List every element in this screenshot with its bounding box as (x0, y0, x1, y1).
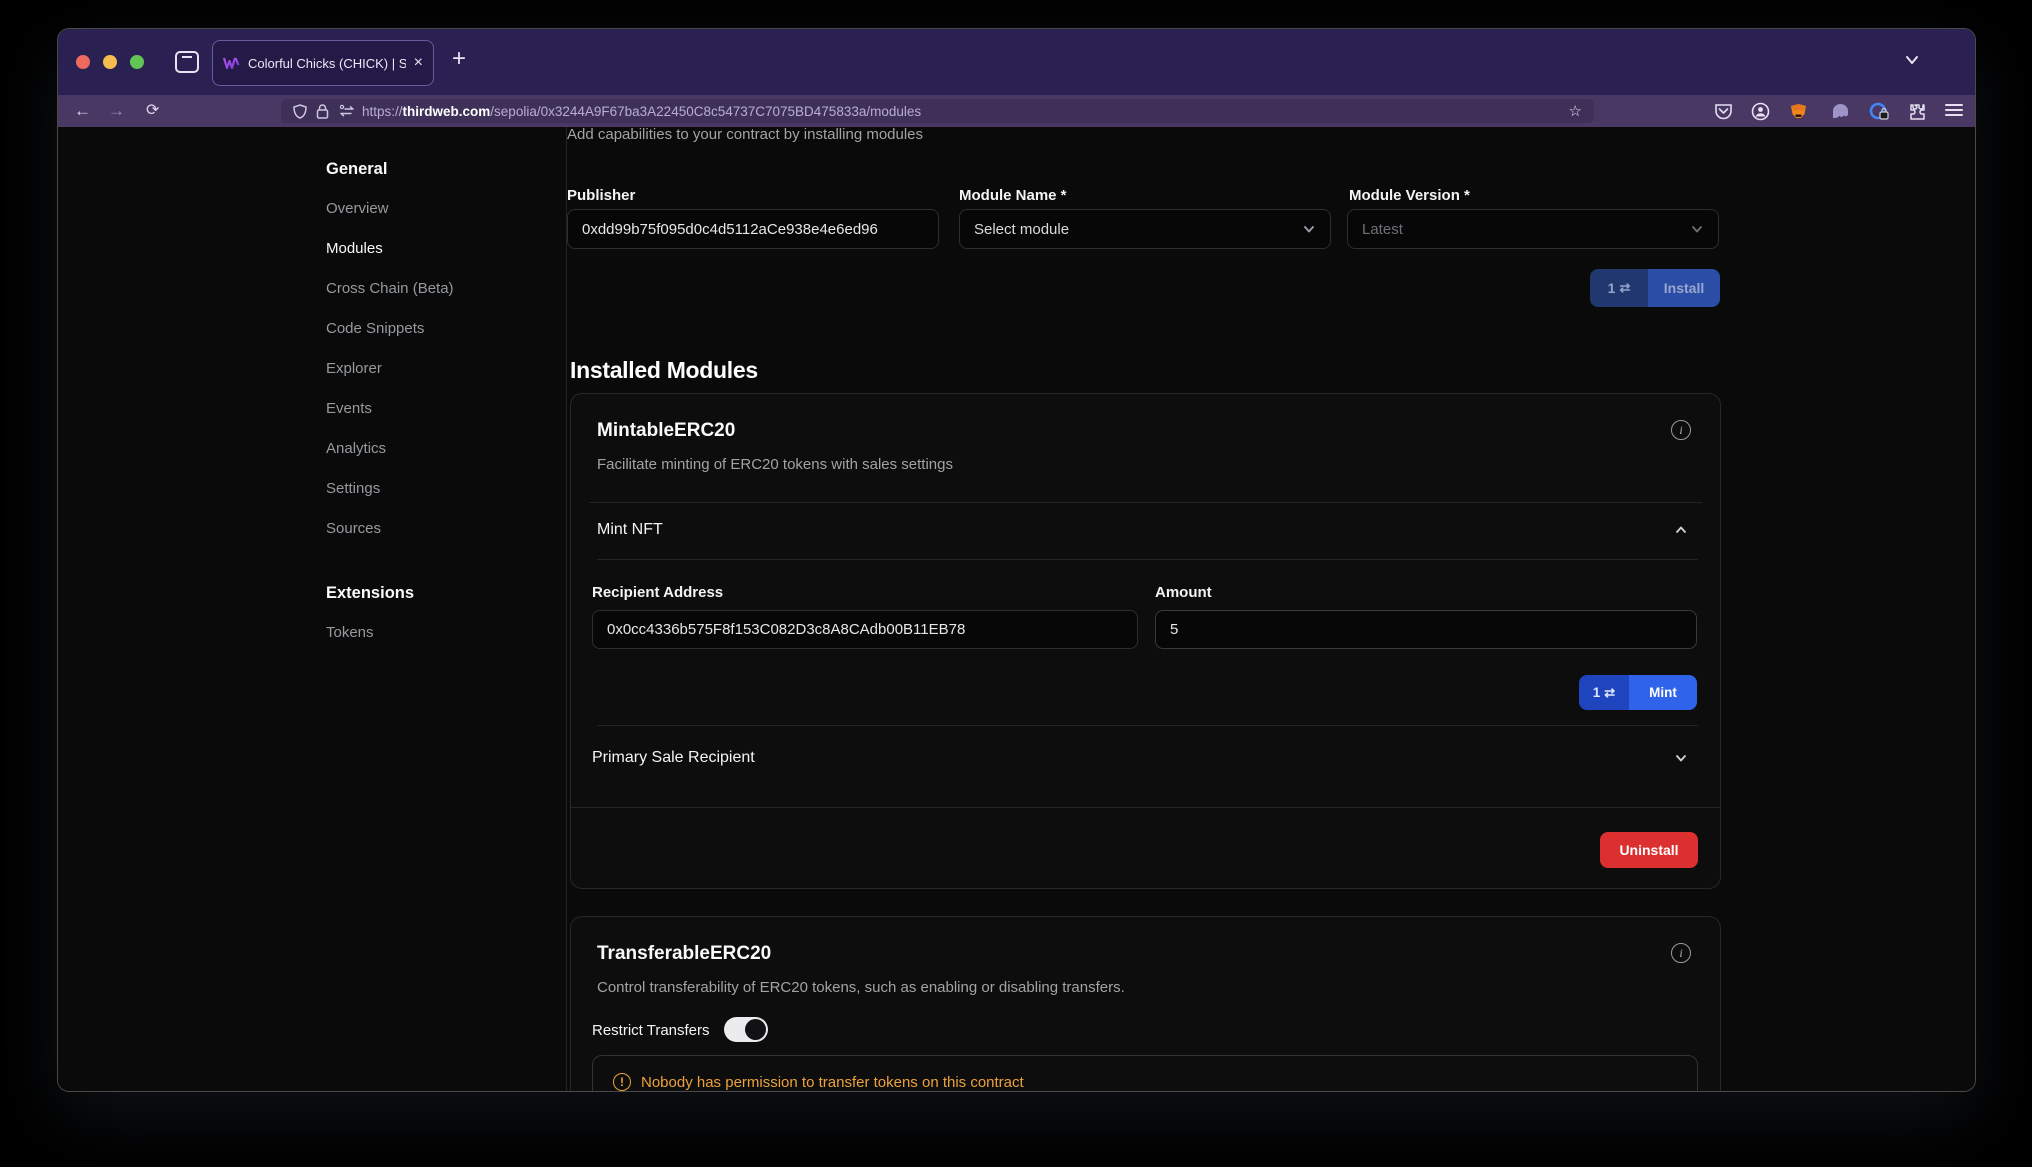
info-icon[interactable]: i (1671, 943, 1691, 963)
minimize-window-button[interactable] (103, 55, 117, 69)
swap-arrows-icon: ⇄ (1604, 685, 1615, 701)
sidebar-item-overview[interactable]: Overview (326, 200, 389, 217)
browser-toolbar: ← → ⟳ https://thirdweb.com/sepolia/0x324… (58, 95, 1975, 127)
sidebar-item-code-snippets[interactable]: Code Snippets (326, 320, 424, 337)
tab-title: Colorful Chicks (CHICK) | Sepoli (248, 56, 406, 71)
url-bar[interactable]: https://thirdweb.com/sepolia/0x3244A9F67… (281, 99, 1594, 123)
restrict-transfers-toggle[interactable] (724, 1017, 768, 1042)
lock-icon[interactable] (316, 104, 330, 118)
mint-nft-section-header[interactable]: Mint NFT (597, 521, 663, 539)
firefox-view-icon[interactable] (174, 50, 200, 74)
warning-icon: ! (613, 1073, 631, 1091)
install-button[interactable]: Install (1648, 269, 1720, 307)
recipient-address-input[interactable] (592, 610, 1138, 649)
sidebar-item-settings[interactable]: Settings (326, 480, 380, 497)
zoom-window-button[interactable] (130, 55, 144, 69)
amount-input[interactable] (1155, 610, 1697, 649)
sidebar-heading-general: General (326, 160, 387, 179)
phantom-ghost-icon[interactable] (1831, 102, 1850, 121)
install-split-button[interactable]: 1⇄ Install (1590, 269, 1720, 307)
modules-subtitle: Add capabilities to your contract by ins… (567, 126, 923, 143)
sidebar-item-explorer[interactable]: Explorer (326, 360, 382, 377)
recipient-address-label: Recipient Address (592, 584, 723, 601)
restrict-transfers-label: Restrict Transfers (592, 1022, 710, 1039)
module-title: MintableERC20 (597, 420, 735, 442)
account-icon[interactable] (1751, 102, 1770, 121)
new-tab-button[interactable]: + (452, 45, 466, 73)
url-text: https://thirdweb.com/sepolia/0x3244A9F67… (362, 104, 921, 119)
card-footer-divider (571, 807, 1720, 808)
sidebar-heading-extensions: Extensions (326, 584, 414, 603)
sidebar-item-modules[interactable]: Modules (326, 240, 383, 257)
swap-arrows-icon: ⇄ (1619, 280, 1630, 296)
sidebar-item-sources[interactable]: Sources (326, 520, 381, 537)
mint-button[interactable]: Mint (1629, 675, 1697, 710)
warning-text: Nobody has permission to transfer tokens… (641, 1074, 1024, 1091)
module-description: Control transferability of ERC20 tokens,… (597, 979, 1125, 996)
pocket-icon[interactable] (1714, 102, 1733, 121)
install-tx-count: 1⇄ (1590, 269, 1648, 307)
module-description: Facilitate minting of ERC20 tokens with … (597, 456, 953, 473)
close-window-button[interactable] (76, 55, 90, 69)
module-version-select[interactable]: Latest (1347, 209, 1719, 249)
screenshot-stage: Colorful Chicks (CHICK) | Sepoli × + ← →… (0, 0, 2032, 1167)
sidebar-divider (566, 127, 567, 1091)
sidebar-item-analytics[interactable]: Analytics (326, 440, 386, 457)
permission-warning-box: ! Nobody has permission to transfer toke… (592, 1055, 1698, 1092)
amount-label: Amount (1155, 584, 1212, 601)
permissions-icon[interactable] (339, 104, 353, 118)
url-domain: thirdweb.com (403, 104, 491, 119)
thirdweb-favicon-icon (223, 57, 240, 70)
sidebar-item-events[interactable]: Events (326, 400, 372, 417)
divider (589, 502, 1702, 503)
window-controls (76, 29, 144, 95)
module-name-select[interactable]: Select module (959, 209, 1331, 249)
module-title: TransferableERC20 (597, 943, 771, 965)
toggle-knob (745, 1019, 766, 1040)
module-card-transferable-erc20: TransferableERC20 i Control transferabil… (570, 916, 1721, 1092)
info-icon[interactable]: i (1671, 420, 1691, 440)
browser-window: Colorful Chicks (CHICK) | Sepoli × + ← →… (57, 28, 1976, 1092)
publisher-input[interactable] (567, 209, 939, 249)
chevron-down-icon (1690, 222, 1704, 236)
divider (597, 559, 1698, 560)
module-name-label: Module Name * (959, 187, 1067, 204)
tab-list-chevron-icon[interactable] (1901, 49, 1923, 71)
wallet-extension-icon[interactable] (1869, 102, 1888, 121)
tab-strip: Colorful Chicks (CHICK) | Sepoli × + (58, 29, 1975, 95)
extensions-puzzle-icon[interactable] (1908, 102, 1927, 121)
module-card-mintable-erc20: MintableERC20 i Facilitate minting of ER… (570, 393, 1721, 889)
chevron-down-icon[interactable] (1674, 751, 1688, 765)
sidebar-item-tokens[interactable]: Tokens (326, 624, 374, 641)
browser-tab[interactable]: Colorful Chicks (CHICK) | Sepoli × (212, 40, 434, 86)
module-version-label: Module Version * (1349, 187, 1470, 204)
sidebar-item-cross-chain[interactable]: Cross Chain (Beta) (326, 280, 454, 297)
divider (597, 725, 1698, 726)
forward-button[interactable]: → (108, 99, 125, 123)
chevron-up-icon[interactable] (1674, 523, 1688, 537)
uninstall-button[interactable]: Uninstall (1600, 832, 1698, 868)
mint-split-button[interactable]: 1⇄ Mint (1579, 675, 1697, 710)
metamask-icon[interactable] (1789, 102, 1808, 121)
publisher-label: Publisher (567, 187, 635, 204)
tab-close-icon[interactable]: × (414, 55, 423, 71)
tracking-protection-shield-icon[interactable] (293, 104, 307, 118)
primary-sale-recipient-section-header[interactable]: Primary Sale Recipient (592, 749, 755, 767)
mint-tx-count: 1⇄ (1579, 675, 1629, 710)
back-button[interactable]: ← (74, 99, 91, 123)
reload-button[interactable]: ⟳ (146, 99, 159, 123)
chevron-down-icon (1302, 222, 1316, 236)
menu-hamburger-icon[interactable] (1945, 104, 1963, 116)
bookmark-star-icon[interactable]: ☆ (1569, 102, 1582, 120)
installed-modules-heading: Installed Modules (570, 357, 758, 384)
